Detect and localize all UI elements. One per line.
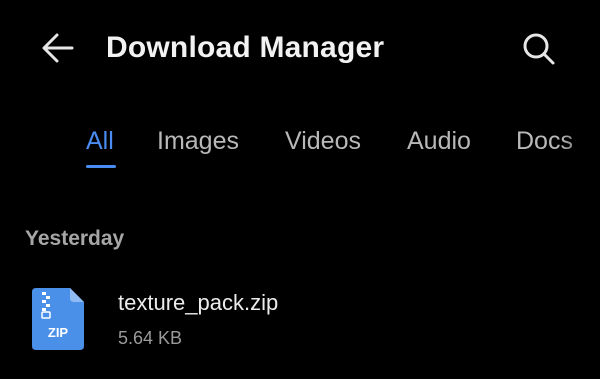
zip-file-icon: ZIP [32,288,84,350]
page-title: Download Manager [106,31,385,64]
tab-docs[interactable]: Docs [516,126,573,156]
app-header: Download Manager [0,0,600,95]
tab-audio[interactable]: Audio [407,126,471,156]
back-button[interactable] [34,24,82,72]
file-size: 5.64 KB [118,328,183,348]
zip-icon-label: ZIP [48,325,69,340]
file-name: texture_pack.zip [118,290,279,315]
search-button[interactable] [514,24,564,74]
tab-images[interactable]: Images [157,126,239,156]
active-tab-indicator [86,165,116,168]
search-icon [523,33,555,65]
file-list-item[interactable]: ZIP texture_pack.zip 5.64 KB [0,280,600,360]
download-manager-screen: Download Manager All Images Videos Audio… [0,0,600,379]
tab-all[interactable]: All [86,126,114,156]
category-tabs: All Images Videos Audio Docs [0,118,600,174]
arrow-left-icon [42,33,74,63]
section-label-yesterday: Yesterday [25,227,125,250]
tab-videos[interactable]: Videos [285,126,361,156]
